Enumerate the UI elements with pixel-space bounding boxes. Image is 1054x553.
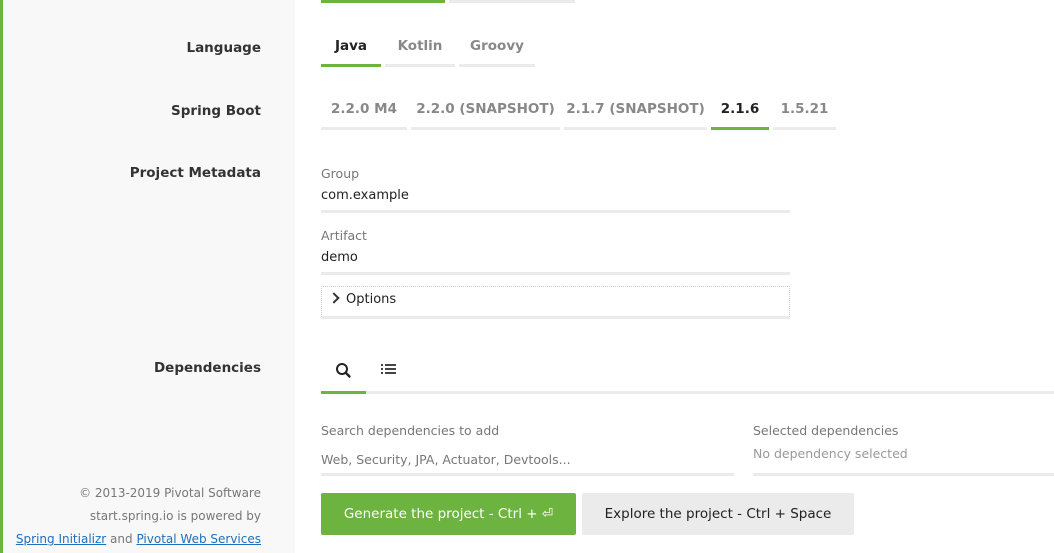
project-metadata-section-label: Project Metadata bbox=[129, 165, 261, 181]
footer: © 2013-2019 Pivotal Software start.sprin… bbox=[16, 482, 261, 551]
footer-and-text: and bbox=[110, 532, 133, 546]
selected-dependencies-label: Selected dependencies bbox=[753, 423, 899, 438]
dependency-tabs-underline bbox=[366, 391, 1054, 394]
chevron-right-icon bbox=[328, 292, 340, 304]
powered-by-text: start.spring.io is powered by bbox=[89, 509, 261, 523]
project-tab-maven-partial[interactable] bbox=[321, 0, 445, 3]
spring-boot-section-label: Spring Boot bbox=[171, 103, 261, 119]
tab-language-groovy[interactable]: Groovy bbox=[459, 33, 535, 67]
no-dependency-selected-text: No dependency selected bbox=[753, 446, 908, 461]
group-input[interactable]: com.example bbox=[321, 187, 790, 213]
artifact-label: Artifact bbox=[321, 228, 367, 243]
tab-boot-1-5-21[interactable]: 1.5.21 bbox=[773, 96, 836, 130]
dependencies-section-label: Dependencies bbox=[153, 360, 261, 376]
artifact-input[interactable]: demo bbox=[321, 249, 790, 275]
footer-links: Spring Initializr and Pivotal Web Servic… bbox=[16, 528, 261, 551]
tab-dependencies-search[interactable] bbox=[321, 350, 366, 394]
tab-language-java[interactable]: Java bbox=[321, 33, 381, 67]
language-section-label: Language bbox=[186, 40, 261, 56]
tab-dependencies-list[interactable] bbox=[366, 350, 411, 394]
tab-boot-2-1-7-snapshot[interactable]: 2.1.7 (SNAPSHOT) bbox=[564, 96, 707, 130]
group-label: Group bbox=[321, 166, 360, 181]
tab-boot-2-2-0-m4[interactable]: 2.2.0 M4 bbox=[321, 96, 407, 130]
search-icon bbox=[336, 363, 351, 378]
options-toggle[interactable]: Options bbox=[321, 286, 790, 319]
explore-project-button[interactable]: Explore the project - Ctrl + Space bbox=[582, 493, 854, 535]
list-icon bbox=[381, 364, 396, 374]
project-tab-gradle-partial[interactable] bbox=[449, 0, 575, 3]
search-dependencies-input[interactable] bbox=[321, 446, 734, 476]
tab-boot-2-2-0-snapshot[interactable]: 2.2.0 (SNAPSHOT) bbox=[411, 96, 560, 130]
copyright-text: © 2013-2019 Pivotal Software bbox=[79, 486, 261, 500]
tab-language-kotlin[interactable]: Kotlin bbox=[385, 33, 455, 67]
tab-boot-2-1-6[interactable]: 2.1.6 bbox=[711, 96, 769, 130]
generate-project-button[interactable]: Generate the project - Ctrl + ⏎ bbox=[321, 493, 576, 535]
spring-initializr-link[interactable]: Spring Initializr bbox=[16, 532, 106, 546]
pivotal-web-services-link[interactable]: Pivotal Web Services bbox=[136, 532, 261, 546]
search-dependencies-label: Search dependencies to add bbox=[321, 423, 500, 438]
left-panel: Language Spring Boot Project Metadata De… bbox=[0, 0, 295, 553]
options-label: Options bbox=[346, 292, 397, 307]
